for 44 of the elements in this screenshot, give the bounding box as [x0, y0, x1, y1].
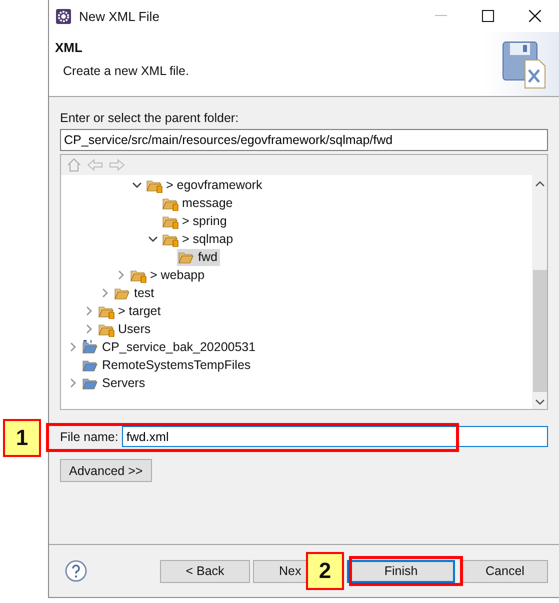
page-description: Create a new XML file. — [63, 64, 189, 78]
expand-chevron-icon[interactable] — [84, 324, 94, 334]
file-name-label: File name: — [60, 430, 118, 444]
back-arrow-icon[interactable] — [87, 159, 103, 171]
expand-chevron-icon[interactable] — [84, 306, 94, 316]
tree-item[interactable]: message — [161, 194, 236, 212]
finish-button[interactable]: Finish — [347, 560, 455, 582]
parent-folder-field[interactable]: CP_service/src/main/resources/egovframework/sqlmap/fwd — [60, 129, 548, 151]
back-button[interactable]: < Back — [160, 560, 250, 582]
step-callout-tooltip: 2 — [306, 552, 344, 590]
parent-folder-label: Enter or select the parent folder: — [60, 111, 240, 125]
advanced-button[interactable]: Advanced >> — [60, 459, 152, 482]
close-icon[interactable] — [529, 10, 541, 22]
expand-chevron-icon[interactable] — [116, 270, 126, 280]
help-icon[interactable] — [65, 560, 87, 582]
expand-chevron-icon[interactable] — [68, 378, 78, 388]
collapse-chevron-icon[interactable] — [148, 234, 158, 244]
tree-item[interactable]: Users — [97, 320, 154, 338]
scroll-down-icon[interactable] — [534, 398, 544, 406]
expand-chevron-icon[interactable] — [100, 288, 110, 298]
tree-item[interactable]: CP_service_bak_20200531 — [81, 338, 259, 356]
window-title: New XML File — [79, 8, 160, 24]
home-icon[interactable] — [67, 158, 81, 172]
forward-arrow-icon[interactable] — [109, 159, 125, 171]
tree-item[interactable]: test — [113, 284, 158, 302]
cancel-button[interactable]: Cancel — [462, 560, 548, 582]
tree-item[interactable]: > spring — [161, 212, 230, 230]
scrollbar[interactable] — [532, 175, 547, 409]
tree-item[interactable]: RemoteSystemsTempFiles — [81, 356, 254, 374]
tree-item[interactable]: fwd — [177, 248, 220, 266]
expand-chevron-icon[interactable] — [68, 342, 78, 352]
step-callout-tooltip: 1 — [3, 419, 41, 457]
tree-item[interactable]: > sqlmap — [161, 230, 236, 248]
page-title: XML — [55, 40, 84, 55]
tree-item[interactable]: > egovframework — [145, 176, 266, 194]
tree-item[interactable]: Servers — [81, 374, 148, 392]
tree-item[interactable]: > target — [97, 302, 164, 320]
scroll-up-icon[interactable] — [534, 180, 544, 188]
minimize-icon[interactable] — [435, 15, 447, 17]
tree-item[interactable]: > webapp — [129, 266, 208, 284]
maximize-icon[interactable] — [482, 10, 494, 22]
gear-icon — [56, 8, 71, 24]
collapse-chevron-icon[interactable] — [132, 180, 142, 190]
file-name-field[interactable]: fwd.xml — [122, 426, 548, 447]
